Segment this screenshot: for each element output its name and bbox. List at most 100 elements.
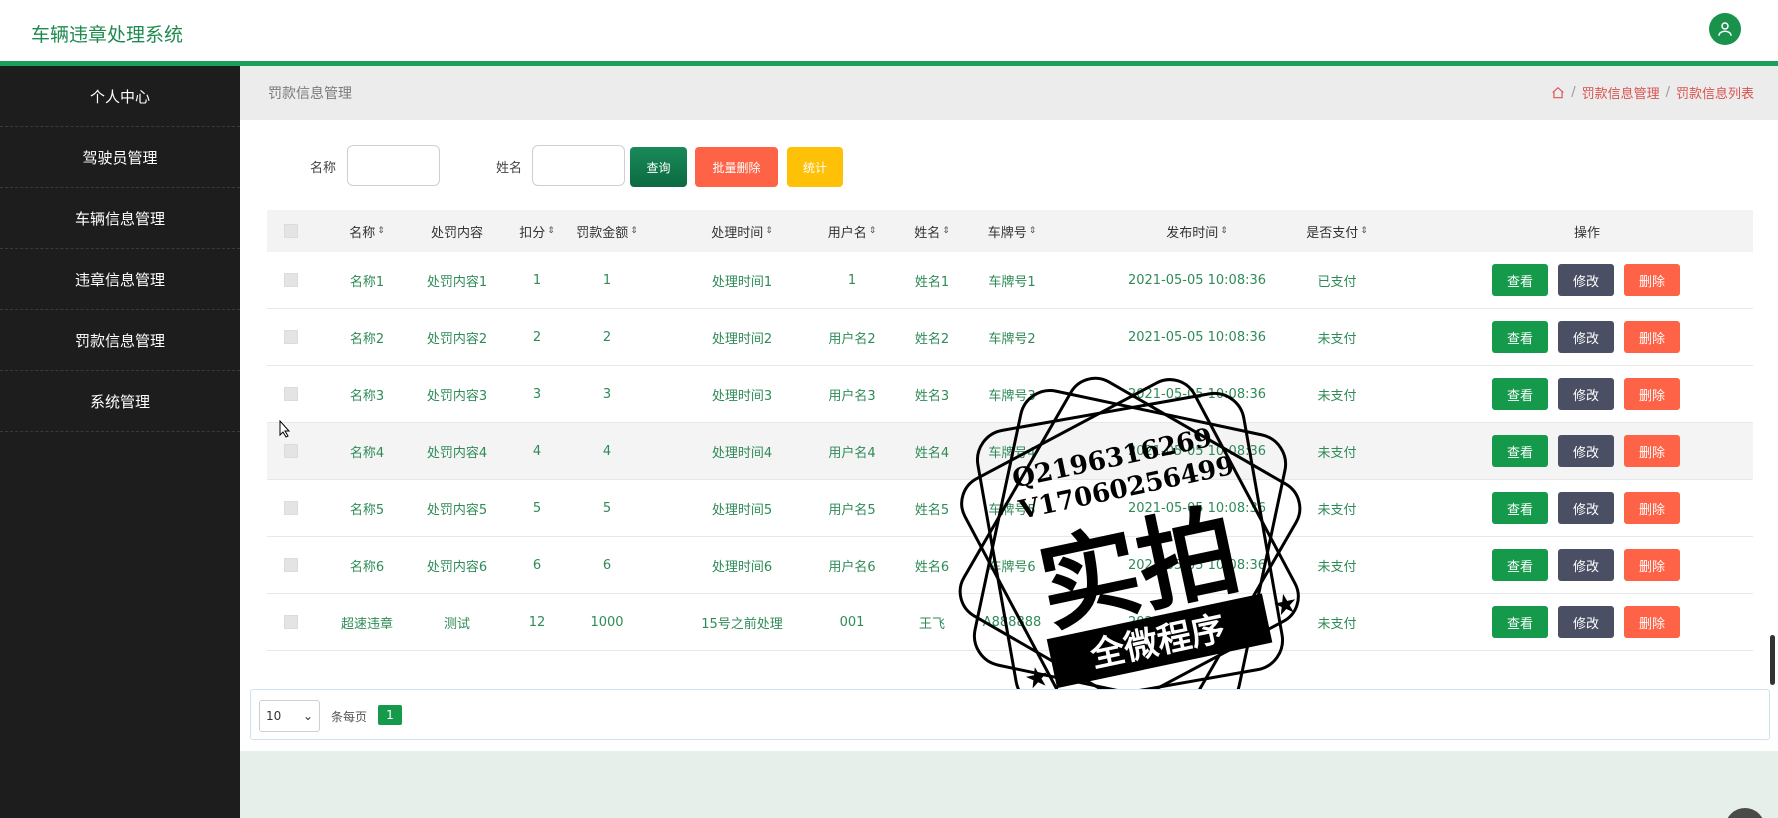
- edit-button[interactable]: 修改: [1558, 264, 1614, 296]
- header-username[interactable]: 用户名 ⇕: [807, 210, 897, 252]
- cell-fine: 1: [602, 272, 612, 288]
- pagination-bar: 10 ⌄ 条每页 1: [250, 689, 1770, 740]
- header-points[interactable]: 扣分 ⇕: [507, 210, 567, 252]
- cell-publish: 2021-05-05 10:08:36: [1127, 272, 1267, 288]
- sidebar-item-personal-center[interactable]: 个人中心: [0, 66, 240, 127]
- cell-person: 姓名6: [914, 559, 950, 575]
- cell-handle-time: 处理时间1: [711, 274, 773, 290]
- breadcrumb-item-fine-list: 罚款信息列表: [1675, 87, 1754, 102]
- delete-button[interactable]: 删除: [1624, 378, 1680, 410]
- sort-icon: ⇕: [1028, 226, 1037, 236]
- cell-handle-time: 处理时间4: [711, 445, 773, 461]
- cell-person: 王飞: [918, 616, 945, 632]
- cell-paid: 未支付: [1317, 502, 1357, 518]
- cell-fine: 3: [602, 386, 612, 402]
- header-person[interactable]: 姓名 ⇕: [897, 210, 967, 252]
- header-plate[interactable]: 车牌号 ⇕: [967, 210, 1057, 252]
- view-button[interactable]: 查看: [1492, 606, 1548, 638]
- sort-icon: ⇕: [1360, 226, 1368, 236]
- cell-username: 001: [839, 614, 865, 630]
- view-button[interactable]: 查看: [1492, 321, 1548, 353]
- row-checkbox[interactable]: [284, 558, 298, 572]
- header-fine[interactable]: 罚款金额 ⇕: [562, 210, 652, 252]
- sort-icon: ⇕: [942, 226, 950, 236]
- edit-button[interactable]: 修改: [1558, 435, 1614, 467]
- row-actions: 查看 修改 删除: [1492, 321, 1680, 353]
- page-number-button[interactable]: 1: [378, 705, 402, 725]
- delete-button[interactable]: 删除: [1624, 435, 1680, 467]
- cell-handle-time: 处理时间6: [711, 559, 773, 575]
- cell-person: 姓名3: [914, 388, 950, 404]
- cell-content: 处罚内容3: [426, 388, 488, 404]
- edit-button[interactable]: 修改: [1558, 549, 1614, 581]
- edit-button[interactable]: 修改: [1558, 492, 1614, 524]
- view-button[interactable]: 查看: [1492, 549, 1548, 581]
- row-checkbox[interactable]: [284, 615, 298, 629]
- cell-points: 12: [528, 614, 546, 630]
- row-checkbox[interactable]: [284, 444, 298, 458]
- edit-button[interactable]: 修改: [1558, 321, 1614, 353]
- header-publish-time[interactable]: 发布时间 ⇕: [1117, 210, 1277, 252]
- batch-delete-button[interactable]: 批量删除: [695, 147, 778, 187]
- cell-username: 用户名6: [828, 559, 876, 575]
- row-checkbox[interactable]: [284, 387, 298, 401]
- table-row: 超速违章 测试 12 1000 15号之前处理 001 王飞 A888888 2021-05-0…: [267, 594, 1753, 651]
- cell-publish: 2021-05-05 10:08:36: [1127, 329, 1267, 345]
- cell-content: 处罚内容1: [426, 274, 488, 290]
- cell-points: 5: [532, 500, 542, 516]
- person-name-input[interactable]: [532, 145, 625, 186]
- cell-plate: 车牌号4: [988, 445, 1036, 461]
- sort-icon: ⇕: [630, 226, 638, 236]
- cell-fine: 4: [602, 443, 612, 459]
- user-avatar[interactable]: [1709, 13, 1741, 45]
- delete-button[interactable]: 删除: [1624, 264, 1680, 296]
- sidebar-item-driver-management[interactable]: 驾驶员管理: [0, 127, 240, 188]
- row-checkbox[interactable]: [284, 330, 298, 344]
- cell-paid: 未支付: [1317, 559, 1357, 575]
- query-button[interactable]: 查询: [630, 147, 687, 187]
- row-actions: 查看 修改 删除: [1492, 606, 1680, 638]
- chevron-down-icon: ⌄: [302, 709, 313, 723]
- header-content: 处罚内容: [430, 225, 483, 241]
- cell-name: 名称3: [349, 388, 385, 404]
- sidebar-item-violation-info[interactable]: 违章信息管理: [0, 249, 240, 310]
- list-panel: 名称 姓名 查询 批量删除 统计 名称 ⇕ 处罚内容 扣分 ⇕ 罚款金额 ⇕ 处理时间…: [240, 120, 1778, 751]
- sidebar-item-fine-info[interactable]: 罚款信息管理: [0, 310, 240, 371]
- delete-button[interactable]: 删除: [1624, 549, 1680, 581]
- sort-icon: ⇕: [765, 226, 773, 236]
- page-size-select[interactable]: 10 ⌄: [259, 700, 320, 732]
- name-input[interactable]: [347, 145, 440, 186]
- cell-fine: 5: [602, 500, 612, 516]
- header-handle-time[interactable]: 处理时间 ⇕: [687, 210, 797, 252]
- row-checkbox[interactable]: [284, 501, 298, 515]
- home-icon[interactable]: [1551, 86, 1565, 100]
- select-all-checkbox[interactable]: [284, 224, 298, 238]
- cell-publish: 2021-05-05 10:08:36: [1127, 386, 1267, 402]
- statistics-button[interactable]: 统计: [787, 147, 843, 187]
- cell-name: 名称6: [349, 559, 385, 575]
- cell-person: 姓名4: [914, 445, 950, 461]
- row-checkbox[interactable]: [284, 273, 298, 287]
- cell-publish: 2021-05-05 09:10:39: [1127, 614, 1267, 630]
- header-actions: 操作: [1573, 225, 1600, 241]
- cell-points: 2: [532, 329, 542, 345]
- delete-button[interactable]: 删除: [1624, 321, 1680, 353]
- view-button[interactable]: 查看: [1492, 435, 1548, 467]
- cell-handle-time: 15号之前处理: [701, 616, 783, 632]
- sidebar-item-system-management[interactable]: 系统管理: [0, 371, 240, 432]
- edit-button[interactable]: 修改: [1558, 606, 1614, 638]
- header-name[interactable]: 名称 ⇕: [322, 210, 412, 252]
- scrollbar-thumb[interactable]: [1770, 635, 1775, 685]
- sidebar-item-vehicle-info[interactable]: 车辆信息管理: [0, 188, 240, 249]
- edit-button[interactable]: 修改: [1558, 378, 1614, 410]
- view-button[interactable]: 查看: [1492, 492, 1548, 524]
- delete-button[interactable]: 删除: [1624, 492, 1680, 524]
- delete-button[interactable]: 删除: [1624, 606, 1680, 638]
- view-button[interactable]: 查看: [1492, 264, 1548, 296]
- view-button[interactable]: 查看: [1492, 378, 1548, 410]
- header-paid[interactable]: 是否支付 ⇕: [1287, 210, 1387, 252]
- cell-fine: 6: [602, 557, 612, 573]
- row-select-cell: [277, 594, 305, 650]
- row-select-cell: [277, 309, 305, 365]
- breadcrumb-item-fine-management[interactable]: 罚款信息管理: [1582, 83, 1660, 102]
